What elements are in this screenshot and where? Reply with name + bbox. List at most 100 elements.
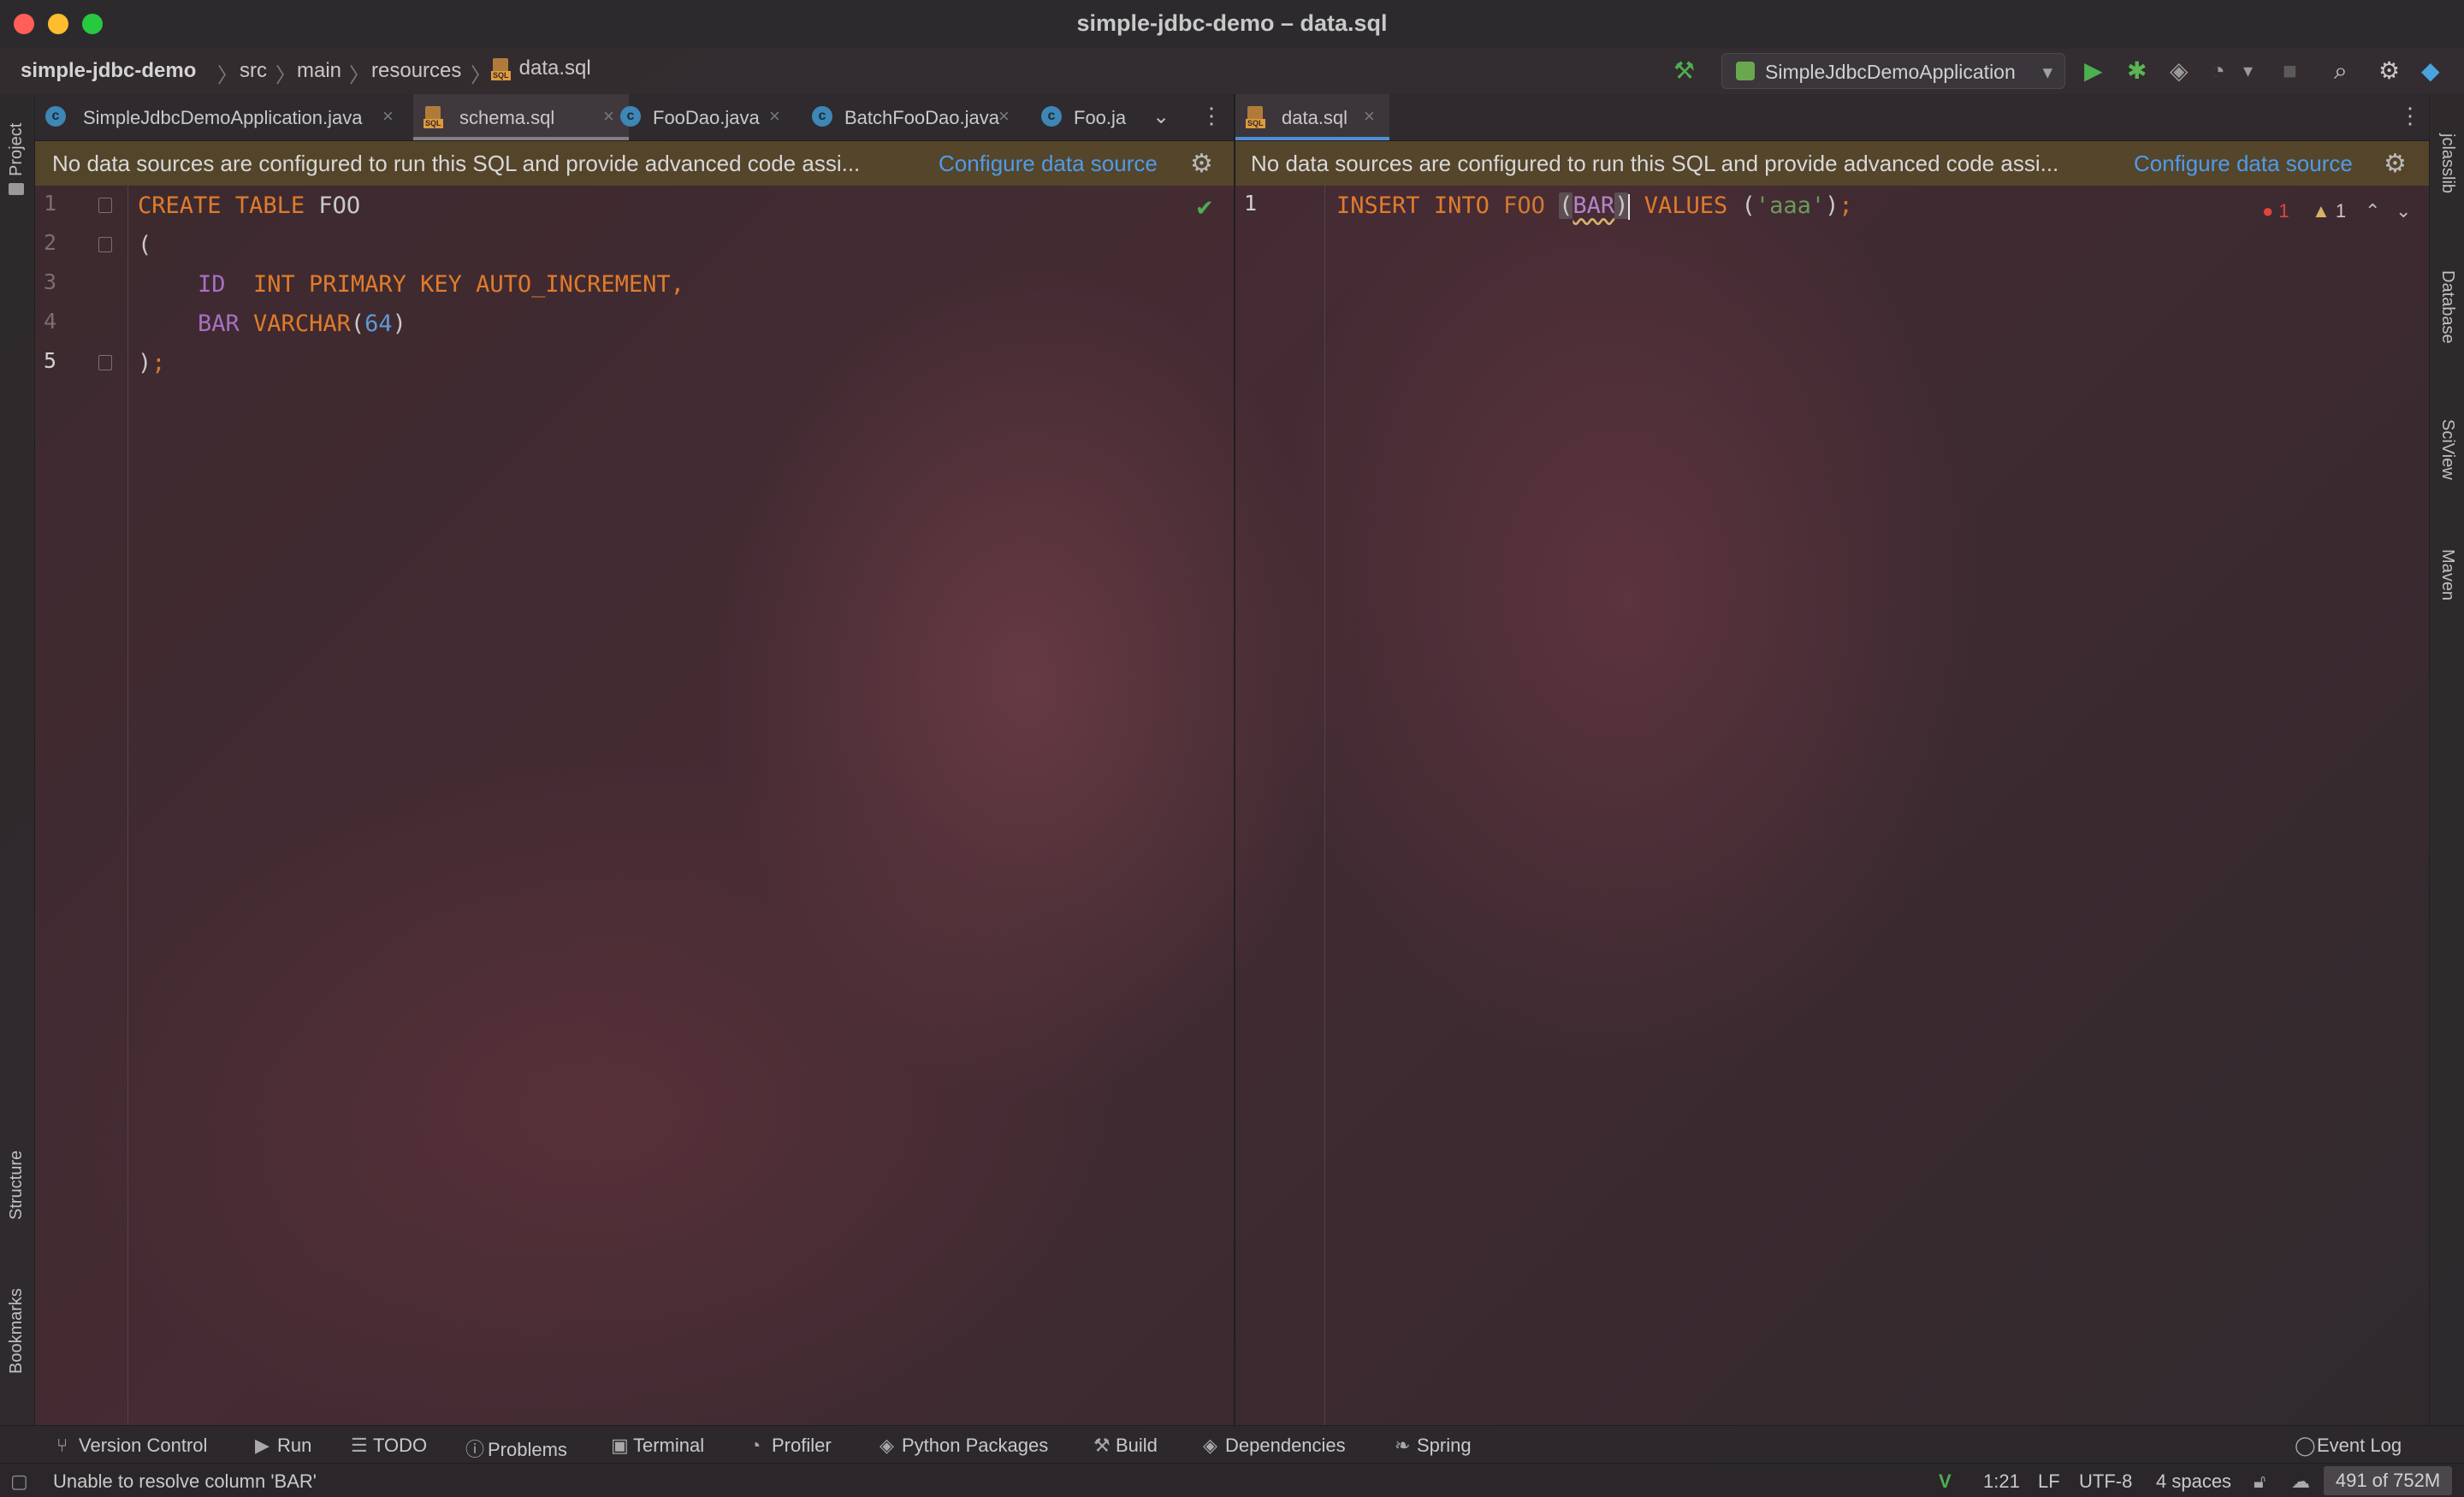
indent-setting[interactable]: 4 spaces [2156, 1470, 2231, 1493]
more-options-icon[interactable]: ⋮ [1200, 103, 1223, 129]
tab-foo[interactable]: c Foo.ja [1031, 94, 1142, 140]
breadcrumb-main[interactable]: main [297, 59, 341, 83]
coverage-icon[interactable]: ◈ [2170, 58, 2189, 84]
packages-icon: ◈ [880, 1435, 894, 1456]
fold-marker-icon[interactable] [98, 198, 112, 213]
line-number: 4 [44, 309, 57, 334]
tool-label: Python Packages [902, 1435, 1049, 1456]
event-log-tool-button[interactable]: ◯Event Log [2295, 1435, 2402, 1457]
build-tool-button[interactable]: ⚒ Build [1093, 1435, 1158, 1457]
line-separator[interactable]: LF [2038, 1470, 2060, 1493]
fold-marker-icon[interactable] [98, 237, 112, 252]
tool-label: Event Log [2317, 1435, 2402, 1456]
breadcrumb-project[interactable]: simple-jdbc-demo [21, 59, 196, 83]
text-caret [1628, 193, 1631, 220]
gear-icon[interactable]: ⚙ [2384, 149, 2407, 179]
maven-tool-button[interactable]: Maven [2437, 549, 2457, 601]
dependencies-tool-button[interactable]: ◈ Dependencies [1203, 1435, 1346, 1457]
bookmarks-tool-button[interactable]: Bookmarks [7, 1288, 27, 1374]
editor-pane-right: SQL data.sql × ⋮ No data sources are con… [1235, 94, 2429, 1425]
profile-icon[interactable]: ◔ [2211, 58, 2225, 84]
left-tool-strip: Project Structure Bookmarks [0, 94, 35, 1425]
java-class-icon: c [45, 106, 66, 127]
breadcrumb-resources[interactable]: resources [371, 59, 461, 83]
breadcrumb-src[interactable]: src [240, 59, 267, 83]
memory-indicator[interactable]: 491 of 752M [2324, 1466, 2452, 1495]
gear-icon[interactable]: ⚙ [1190, 149, 1213, 179]
run-configuration-selector[interactable]: SimpleJdbcDemoApplication ▾ [1721, 53, 2065, 89]
error-count-widget[interactable]: ● 1 [2262, 200, 2289, 222]
toggle-tool-windows-icon[interactable]: ▢ [10, 1470, 28, 1493]
code-line-1[interactable]: INSERT INTO FOO (BAR) VALUES ('aaa'); [1336, 186, 1853, 226]
terminal-icon: ▣ [611, 1435, 629, 1456]
lock-icon[interactable]: 🔓︎ [2254, 1470, 2266, 1493]
tab-foodao[interactable]: c FooDao.java × [610, 94, 800, 140]
chevron-down-icon[interactable]: ▾ [2243, 58, 2253, 84]
keyword: INT PRIMARY KEY AUTO_INCREMENT, [253, 271, 684, 298]
caret-position[interactable]: 1:21 [1983, 1470, 2020, 1493]
tab-data-sql[interactable]: SQL data.sql × [1235, 94, 1389, 140]
stop-icon[interactable]: ■ [2283, 58, 2297, 84]
code-line-4[interactable]: BAR VARCHAR(64) [198, 305, 406, 344]
search-icon[interactable]: ⌕ [2334, 58, 2348, 84]
jetbrains-toolbox-icon[interactable]: ◆ [2421, 58, 2440, 84]
gear-icon[interactable]: ⚙ [2378, 58, 2400, 84]
spring-tool-button[interactable]: ❧ Spring [1395, 1435, 1472, 1457]
tab-label: schema.sql [459, 107, 555, 128]
todo-tool-button[interactable]: ☰ TODO [351, 1435, 427, 1457]
tab-schema-sql[interactable]: SQL schema.sql × [413, 94, 629, 140]
warning-icon: ▲ [2312, 200, 2331, 222]
database-tool-button[interactable]: Database [2437, 270, 2457, 344]
python-packages-tool-button[interactable]: ◈ Python Packages [880, 1435, 1048, 1457]
run-icon[interactable]: ▶ [2084, 58, 2103, 84]
close-icon[interactable]: × [998, 105, 1010, 127]
unresolved-column[interactable]: BAR [1573, 192, 1614, 219]
file-encoding[interactable]: UTF-8 [2079, 1470, 2132, 1493]
code-line-1[interactable]: CREATE TABLE FOO [138, 186, 360, 226]
breadcrumb-file[interactable]: SQL data.sql [491, 56, 591, 80]
error-icon: ● [2262, 200, 2274, 222]
jclasslib-tool-button[interactable]: jclasslib [2437, 133, 2457, 193]
tab-batchfoodao[interactable]: c BatchFooDao.java × [802, 94, 1028, 140]
code-line-2[interactable]: ( [138, 226, 151, 265]
build-hammer-icon[interactable]: ⚒ [1673, 58, 1695, 84]
problems-tool-button[interactable]: ⓘ Problems [465, 1435, 567, 1462]
close-icon[interactable]: × [382, 105, 394, 127]
vcs-status-icon[interactable]: V [1939, 1470, 1952, 1493]
more-options-icon[interactable]: ⋮ [2399, 103, 2421, 129]
tool-label: Version Control [79, 1435, 208, 1456]
breadcrumb-separator: 〉 [217, 64, 238, 87]
tab-simplejdbcdemoapplication[interactable]: c SimpleJdbcDemoApplication.java × [35, 94, 412, 140]
project-tool-button[interactable]: Project [7, 123, 27, 176]
banner-message: No data sources are configured to run th… [52, 151, 861, 176]
run-tool-button[interactable]: ▶ Run [255, 1435, 311, 1457]
previous-highlight-icon[interactable]: ⌃ [2365, 200, 2380, 222]
paren: ) [1825, 192, 1839, 219]
inspection-profile-icon[interactable]: ☁︎ [2291, 1470, 2310, 1493]
close-icon[interactable]: × [1364, 105, 1375, 127]
configure-data-source-link[interactable]: Configure data source [939, 151, 1158, 177]
warning-count-widget[interactable]: ▲ 1 [2312, 200, 2346, 222]
configure-data-source-link[interactable]: Configure data source [2134, 151, 2353, 177]
tool-label: Spring [1417, 1435, 1472, 1456]
tab-overflow-chevron-icon[interactable]: ⌄ [1152, 104, 1170, 129]
sql-file-icon: SQL [1246, 106, 1268, 128]
structure-tool-button[interactable]: Structure [7, 1151, 27, 1220]
debug-bug-icon[interactable]: ✱ [2127, 58, 2147, 84]
next-highlight-icon[interactable]: ⌄ [2396, 200, 2411, 222]
status-bar: ▢ Unable to resolve column 'BAR' V 1:21 … [0, 1463, 2464, 1497]
close-icon[interactable]: × [769, 105, 780, 127]
semicolon: ; [151, 350, 166, 376]
version-control-tool-button[interactable]: ⑂ Version Control [56, 1435, 207, 1457]
paren: ( [350, 311, 365, 337]
profiler-tool-button[interactable]: ◔ Profiler [749, 1435, 832, 1457]
code-line-5[interactable]: ); [138, 344, 166, 383]
sciview-tool-button[interactable]: SciView [2437, 419, 2457, 480]
tool-label: Terminal [633, 1435, 705, 1456]
error-count: 1 [2278, 200, 2289, 222]
terminal-tool-button[interactable]: ▣ Terminal [611, 1435, 704, 1457]
paren: ) [138, 350, 152, 376]
fold-marker-icon[interactable] [98, 355, 112, 370]
code-line-3[interactable]: ID INT PRIMARY KEY AUTO_INCREMENT, [198, 265, 684, 305]
datasource-banner: No data sources are configured to run th… [1235, 141, 2429, 186]
